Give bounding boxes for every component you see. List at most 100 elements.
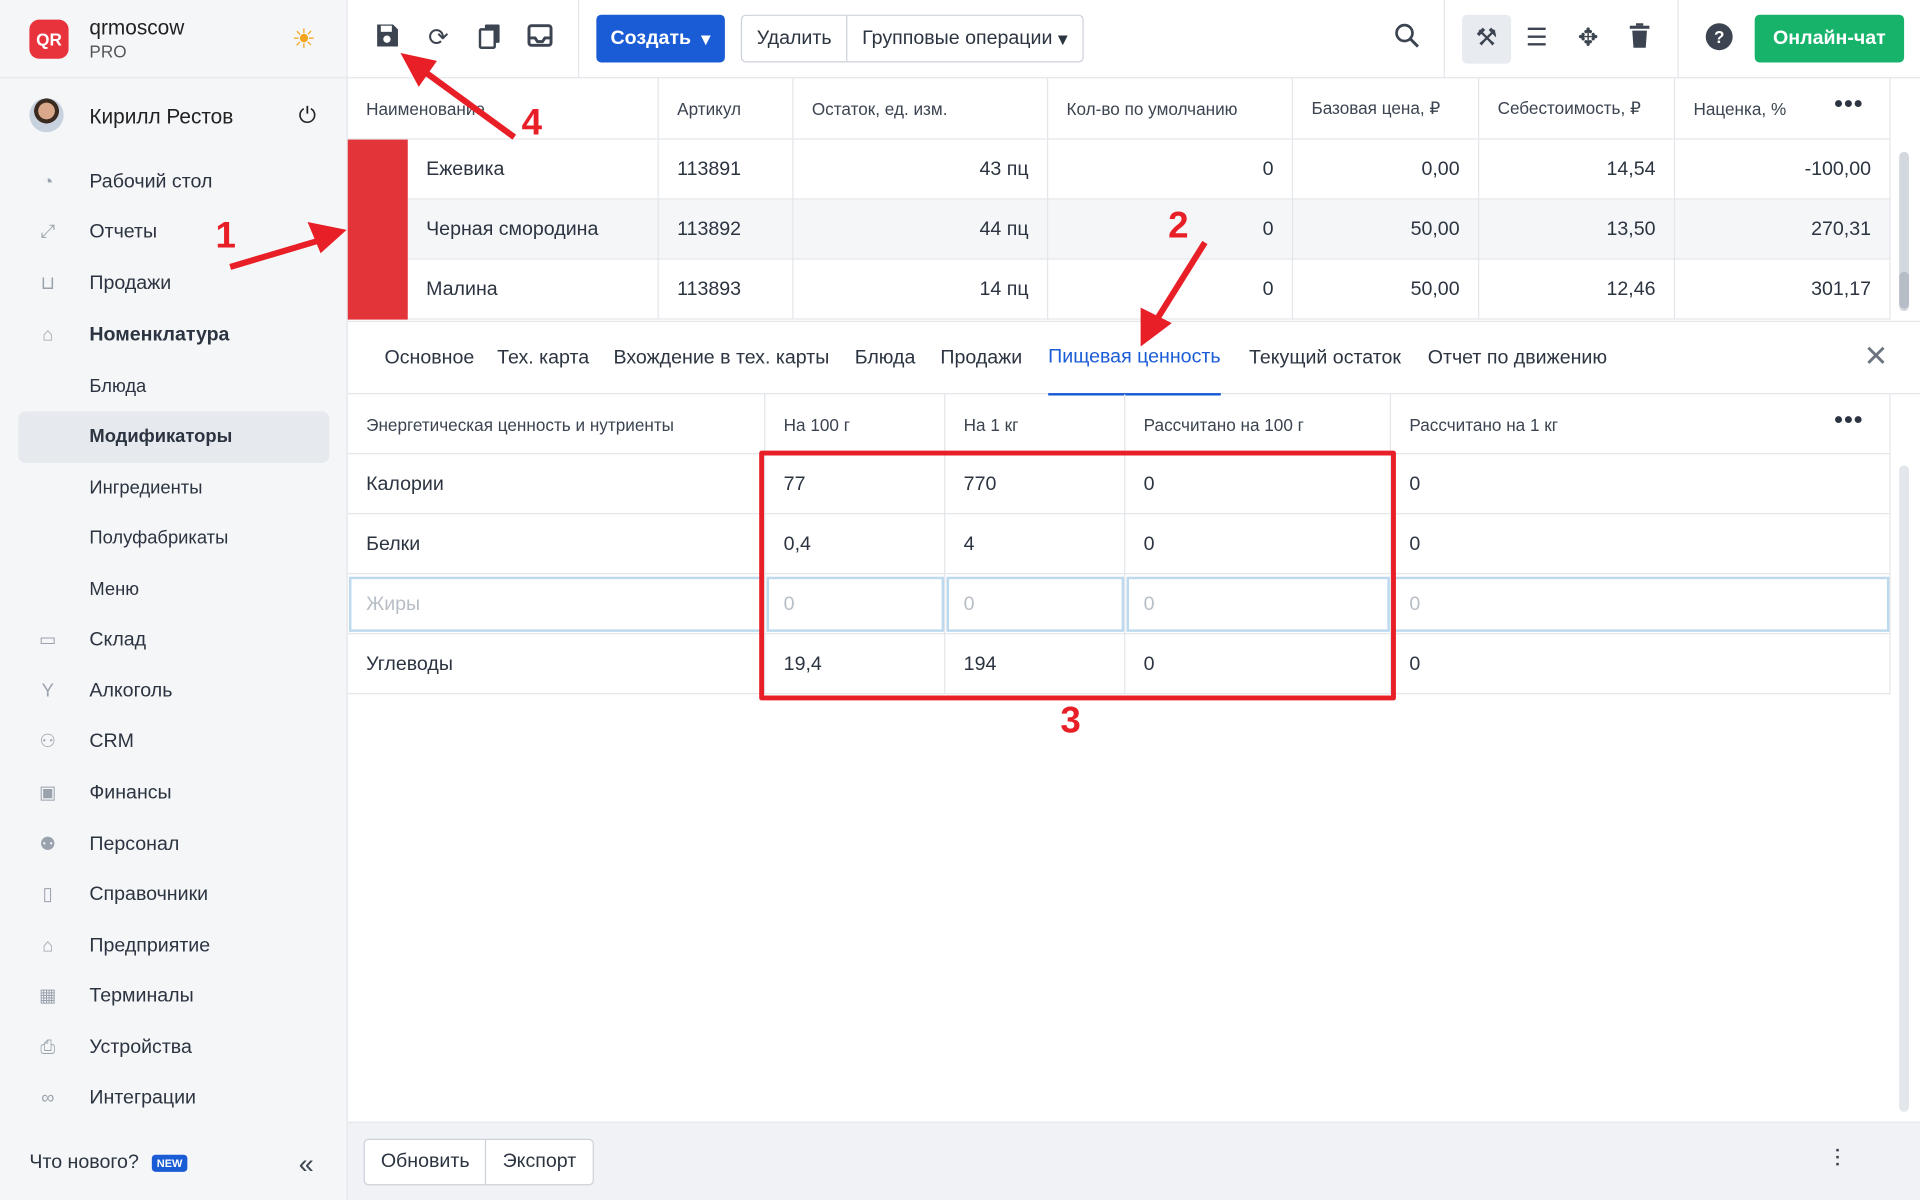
annotation-label-3: 3 <box>1060 700 1081 741</box>
sidebar-item-label: Модификаторы <box>89 426 233 448</box>
items-scroll-thumb[interactable] <box>1899 271 1909 309</box>
table-cell: 113892 <box>659 199 794 260</box>
delete-button[interactable]: Удалить <box>742 16 846 61</box>
sidebar-item[interactable]: ▯ Справочники <box>0 870 348 921</box>
tab-item[interactable]: Продажи <box>940 322 1022 395</box>
sidebar-item-label: Терминалы <box>89 986 194 1007</box>
tab-item[interactable]: Основное <box>384 322 474 395</box>
column-header: Кол-во по умолчанию <box>1048 78 1294 139</box>
help-icon[interactable]: ? <box>1703 22 1735 54</box>
sidebar-item-label: Блюда <box>89 375 147 397</box>
edit-field[interactable] <box>348 576 765 632</box>
sidebar-item[interactable]: ⌂ Предприятие <box>0 921 348 972</box>
column-header: Рассчитано на 1 кг <box>1391 394 1891 455</box>
row-marker <box>347 139 408 320</box>
table-row[interactable]: Малина 113893 14 пц 0 50,00 12,46 301,17 <box>347 259 1891 320</box>
tools-icon[interactable]: ⚒ <box>1471 22 1503 54</box>
tab-item[interactable]: Текущий остаток <box>1249 322 1401 395</box>
online-chat-button[interactable]: Онлайн-чат <box>1754 14 1905 63</box>
table-cell: 0 <box>1391 634 1891 695</box>
tab-item[interactable]: Пищевая ценность <box>1048 322 1221 396</box>
basket-icon: ⊔ <box>40 273 55 294</box>
sidebar-item-label: Продажи <box>89 273 172 294</box>
sidebar-item[interactable]: ▭ Склад <box>0 615 348 666</box>
table-cell: 0 <box>1048 259 1294 320</box>
actions-group: Удалить Групповые операции ▾ <box>740 14 1084 63</box>
sidebar-item-label: Меню <box>89 579 140 601</box>
table-row[interactable]: Черная смородина 113892 44 пц 0 50,00 13,50 27… <box>347 199 1891 260</box>
table-cell: 12,46 <box>1479 259 1676 320</box>
sidebar-item[interactable]: Полуфабрикаты <box>0 513 348 564</box>
sidebar-item[interactable]: ⎙ Устройства <box>0 1023 348 1074</box>
column-header: Себестоимость, ₽ <box>1479 78 1676 139</box>
chevron-down-icon: ▾ <box>700 28 711 50</box>
column-header: Остаток, ед. изм. <box>793 78 1049 139</box>
main-nav: ◔ Рабочий стол ⤢ Отчеты ⊔ Продажи ⌂ Номенклатур… <box>0 157 348 1125</box>
user-name[interactable]: Кирилл Рестов <box>89 105 233 129</box>
search-icon[interactable] <box>1391 22 1423 54</box>
column-header: Рассчитано на 100 г <box>1125 394 1392 455</box>
tab-item[interactable]: Блюда <box>855 322 916 395</box>
shop-icon: ⌂ <box>42 935 54 956</box>
sidebar-item[interactable]: ▦ Терминалы <box>0 972 348 1023</box>
settings-sliders-icon[interactable]: ⫶ <box>1834 1146 1840 1174</box>
refresh-button[interactable]: Обновить <box>365 1140 486 1184</box>
whats-new-link[interactable]: Что нового? <box>29 1152 138 1174</box>
sidebar-item[interactable]: ⤢ Отчеты <box>0 208 348 259</box>
annotation-label-4: 4 <box>521 102 543 144</box>
collapse-sidebar-icon[interactable]: « <box>299 1149 314 1181</box>
table-cell: 14 пц <box>793 259 1049 320</box>
more-icon[interactable]: ••• <box>1834 91 1863 119</box>
sidebar-item[interactable]: ▣ Финансы <box>0 768 348 819</box>
sidebar-item[interactable]: ⚉ Персонал <box>0 819 348 870</box>
sidebar-item[interactable]: ⚇ CRM <box>0 717 348 768</box>
group-ops-button[interactable]: Групповые операции ▾ <box>846 15 1082 62</box>
table-row[interactable]: Ежевика 113891 43 пц 0 0,00 14,54 -100,00 <box>347 139 1891 200</box>
sidebar-item-label: Полуфабрикаты <box>89 528 229 550</box>
create-button[interactable]: Создать ▾ <box>596 14 725 63</box>
sidebar-item[interactable]: Модификаторы <box>18 411 330 463</box>
annotation-label-2: 2 <box>1168 205 1189 247</box>
table-cell: 44 пц <box>793 199 1049 260</box>
sidebar-item[interactable]: ∞ Интеграции <box>0 1074 348 1125</box>
toolbar-divider <box>577 0 580 79</box>
new-badge: NEW <box>151 1154 188 1172</box>
trash-icon[interactable] <box>1624 22 1656 54</box>
close-icon[interactable]: ✕ <box>1861 342 1890 372</box>
nutrition-scrollbar[interactable] <box>1899 465 1909 1112</box>
avatar[interactable] <box>29 97 64 133</box>
refresh-icon[interactable]: ⟳ <box>422 22 454 54</box>
save-icon[interactable] <box>371 22 403 54</box>
table-cell: 270,31 <box>1675 199 1891 260</box>
sidebar-item[interactable]: ◔ Рабочий стол <box>0 157 348 208</box>
tab-item[interactable]: Тех. карта <box>497 322 589 395</box>
sun-icon[interactable]: ☀ <box>289 24 318 53</box>
sidebar-item[interactable]: Ингредиенты <box>0 462 348 513</box>
toolbar-divider <box>1677 0 1679 79</box>
sidebar-item[interactable]: ⊔ Продажи <box>0 259 348 310</box>
sidebar-item[interactable]: ⌂ Номенклатура <box>0 310 348 361</box>
tab-item[interactable]: Вхождение в тех. карты <box>613 322 829 395</box>
export-button[interactable]: Экспорт <box>485 1140 592 1185</box>
table-header: Энергетическая ценность и нутриенты На 10… <box>347 394 1891 455</box>
account-name[interactable]: qrmoscow <box>89 16 184 40</box>
list-icon[interactable]: ☰ <box>1521 22 1553 54</box>
sidebar-item-label: Финансы <box>89 782 172 804</box>
copy-icon[interactable] <box>474 22 506 54</box>
toolbar: ⟳ Создать ▾ Удалить Групповые операции ▾… <box>347 0 1920 79</box>
move-icon[interactable]: ✥ <box>1572 22 1604 54</box>
sidebar-item[interactable]: Блюда <box>0 360 348 411</box>
column-header: Базовая цена, ₽ <box>1293 78 1480 139</box>
column-header: Наименование <box>348 78 659 139</box>
edit-field[interactable] <box>1392 576 1890 632</box>
power-icon[interactable]: ⏻ <box>294 103 321 130</box>
table-cell: 113893 <box>659 259 794 320</box>
app-logo: QR <box>29 19 69 59</box>
tab-item[interactable]: Отчет по движению <box>1428 322 1607 395</box>
table-cell: 0,00 <box>1293 139 1480 200</box>
more-icon[interactable]: ••• <box>1834 407 1863 435</box>
archive-icon[interactable] <box>524 22 556 54</box>
sidebar-item[interactable]: Меню <box>0 564 348 615</box>
sidebar-item[interactable]: Y Алкоголь <box>0 666 348 717</box>
annotation-box-3 <box>759 450 1396 701</box>
